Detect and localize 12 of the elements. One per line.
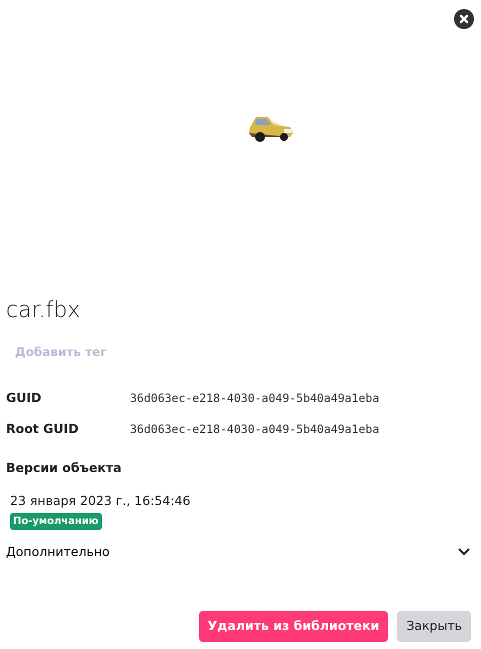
property-label: Root GUID xyxy=(6,420,80,438)
close-button[interactable] xyxy=(454,9,474,29)
close-icon xyxy=(459,14,469,24)
more-toggle[interactable]: Дополнительно xyxy=(6,542,471,562)
property-value: 36d063ec-e218-4030-a049-5b40a49a1eba xyxy=(130,420,380,438)
default-badge: По-умолчанию xyxy=(10,513,102,530)
section-heading: Версии объекта xyxy=(6,458,123,477)
close-button[interactable]: Закрыть xyxy=(397,611,471,642)
property-label: GUID xyxy=(6,389,42,407)
version-date: 23 января 2023 г., 16:54:46 xyxy=(10,492,192,510)
property-value: 36d063ec-e218-4030-a049-5b40a49a1eba xyxy=(130,390,380,407)
asset-title: car.fbx xyxy=(6,297,82,325)
